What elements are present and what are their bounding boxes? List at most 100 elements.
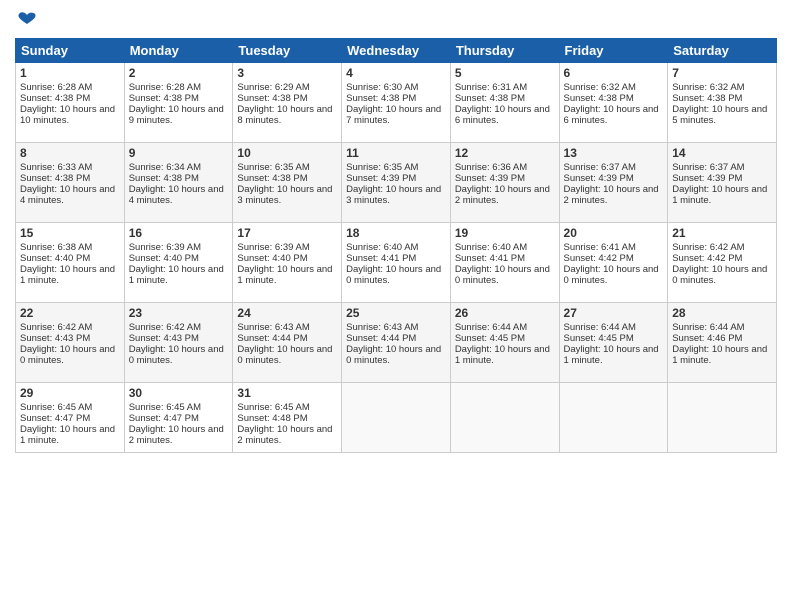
calendar-header-row: Sunday Monday Tuesday Wednesday Thursday… — [16, 39, 777, 63]
table-row: 28Sunrise: 6:44 AMSunset: 4:46 PMDayligh… — [668, 303, 777, 383]
table-row — [559, 383, 668, 453]
sunset-text: Sunset: 4:38 PM — [237, 93, 307, 104]
day-number: 17 — [237, 226, 337, 240]
sunrise-text: Sunrise: 6:39 AM — [237, 242, 309, 253]
table-row: 23 Sunrise: 6:42 AMSunset: 4:43 PMDayligh… — [124, 303, 233, 383]
table-row — [342, 383, 451, 453]
table-row: 14 Sunrise: 6:37 AMSunset: 4:39 PMDayligh… — [668, 143, 777, 223]
daylight-text: Daylight: 10 hours and 1 minute. — [672, 184, 767, 206]
sunrise-text: Sunrise: 6:42 AM — [20, 322, 92, 333]
table-row: 27Sunrise: 6:44 AMSunset: 4:45 PMDayligh… — [559, 303, 668, 383]
sunset-text: Sunset: 4:41 PM — [455, 253, 525, 264]
sunset-text: Sunset: 4:44 PM — [346, 333, 416, 344]
daylight-text: Daylight: 10 hours and 7 minutes. — [346, 104, 441, 126]
col-wednesday: Wednesday — [342, 39, 451, 63]
sunset-text: Sunset: 4:38 PM — [20, 93, 90, 104]
col-friday: Friday — [559, 39, 668, 63]
col-sunday: Sunday — [16, 39, 125, 63]
daylight-text: Daylight: 10 hours and 0 minutes. — [672, 264, 767, 286]
daylight-text: Daylight: 10 hours and 4 minutes. — [20, 184, 115, 206]
table-row: 11Sunrise: 6:35 AMSunset: 4:39 PMDayligh… — [342, 143, 451, 223]
day-number: 23 — [129, 306, 229, 320]
sunset-text: Sunset: 4:44 PM — [237, 333, 307, 344]
daylight-text: Daylight: 10 hours and 0 minutes. — [346, 264, 441, 286]
sunset-text: Sunset: 4:39 PM — [564, 173, 634, 184]
day-number: 7 — [672, 66, 772, 80]
day-number: 15 — [20, 226, 120, 240]
sunrise-text: Sunrise: 6:32 AM — [564, 82, 636, 93]
sunset-text: Sunset: 4:41 PM — [346, 253, 416, 264]
table-row: 10Sunrise: 6:35 AMSunset: 4:38 PMDayligh… — [233, 143, 342, 223]
day-number: 19 — [455, 226, 555, 240]
sunrise-text: Sunrise: 6:42 AM — [129, 322, 201, 333]
sunrise-text: Sunrise: 6:45 AM — [129, 402, 201, 413]
table-row: 9Sunrise: 6:34 AMSunset: 4:38 PMDaylight… — [124, 143, 233, 223]
day-number: 8 — [20, 146, 120, 160]
daylight-text: Daylight: 10 hours and 4 minutes. — [129, 184, 224, 206]
sunrise-text: Sunrise: 6:40 AM — [346, 242, 418, 253]
daylight-text: Daylight: 10 hours and 1 minute. — [129, 264, 224, 286]
sunset-text: Sunset: 4:39 PM — [346, 173, 416, 184]
daylight-text: Daylight: 10 hours and 0 minutes. — [20, 344, 115, 366]
sunrise-text: Sunrise: 6:43 AM — [237, 322, 309, 333]
day-number: 31 — [237, 386, 337, 400]
sunset-text: Sunset: 4:45 PM — [455, 333, 525, 344]
sunrise-text: Sunrise: 6:42 AM — [672, 242, 744, 253]
col-tuesday: Tuesday — [233, 39, 342, 63]
day-number: 24 — [237, 306, 337, 320]
table-row: 24Sunrise: 6:43 AMSunset: 4:44 PMDayligh… — [233, 303, 342, 383]
sunset-text: Sunset: 4:47 PM — [129, 413, 199, 424]
sunrise-text: Sunrise: 6:45 AM — [20, 402, 92, 413]
table-row: 15Sunrise: 6:38 AMSunset: 4:40 PMDayligh… — [16, 223, 125, 303]
sunrise-text: Sunrise: 6:39 AM — [129, 242, 201, 253]
daylight-text: Daylight: 10 hours and 3 minutes. — [346, 184, 441, 206]
sunrise-text: Sunrise: 6:28 AM — [20, 82, 92, 93]
sunset-text: Sunset: 4:40 PM — [129, 253, 199, 264]
sunrise-text: Sunrise: 6:40 AM — [455, 242, 527, 253]
sunset-text: Sunset: 4:45 PM — [564, 333, 634, 344]
day-number: 26 — [455, 306, 555, 320]
table-row: 1Sunrise: 6:28 AMSunset: 4:38 PMDaylight… — [16, 63, 125, 143]
day-number: 18 — [346, 226, 446, 240]
sunrise-text: Sunrise: 6:45 AM — [237, 402, 309, 413]
daylight-text: Daylight: 10 hours and 6 minutes. — [455, 104, 550, 126]
day-number: 30 — [129, 386, 229, 400]
day-number: 27 — [564, 306, 664, 320]
sunset-text: Sunset: 4:38 PM — [455, 93, 525, 104]
daylight-text: Daylight: 10 hours and 0 minutes. — [129, 344, 224, 366]
day-number: 14 — [672, 146, 772, 160]
table-row: 6Sunrise: 6:32 AMSunset: 4:38 PMDaylight… — [559, 63, 668, 143]
sunset-text: Sunset: 4:43 PM — [20, 333, 90, 344]
daylight-text: Daylight: 10 hours and 1 minute. — [20, 264, 115, 286]
col-monday: Monday — [124, 39, 233, 63]
sunrise-text: Sunrise: 6:43 AM — [346, 322, 418, 333]
sunrise-text: Sunrise: 6:30 AM — [346, 82, 418, 93]
sunrise-text: Sunrise: 6:44 AM — [455, 322, 527, 333]
day-number: 5 — [455, 66, 555, 80]
day-number: 10 — [237, 146, 337, 160]
col-thursday: Thursday — [450, 39, 559, 63]
day-number: 29 — [20, 386, 120, 400]
sunset-text: Sunset: 4:47 PM — [20, 413, 90, 424]
sunset-text: Sunset: 4:43 PM — [129, 333, 199, 344]
sunset-text: Sunset: 4:38 PM — [672, 93, 742, 104]
daylight-text: Daylight: 10 hours and 2 minutes. — [564, 184, 659, 206]
sunrise-text: Sunrise: 6:35 AM — [237, 162, 309, 173]
table-row: 30Sunrise: 6:45 AMSunset: 4:47 PMDayligh… — [124, 383, 233, 453]
sunset-text: Sunset: 4:40 PM — [20, 253, 90, 264]
sunrise-text: Sunrise: 6:29 AM — [237, 82, 309, 93]
table-row: 8Sunrise: 6:33 AMSunset: 4:38 PMDaylight… — [16, 143, 125, 223]
sunrise-text: Sunrise: 6:44 AM — [672, 322, 744, 333]
daylight-text: Daylight: 10 hours and 3 minutes. — [237, 184, 332, 206]
day-number: 12 — [455, 146, 555, 160]
day-number: 6 — [564, 66, 664, 80]
daylight-text: Daylight: 10 hours and 1 minute. — [672, 344, 767, 366]
sunset-text: Sunset: 4:39 PM — [672, 173, 742, 184]
day-number: 21 — [672, 226, 772, 240]
logo-bird-icon — [17, 10, 37, 30]
table-row: 26 Sunrise: 6:44 AMSunset: 4:45 PMDayligh… — [450, 303, 559, 383]
sunrise-text: Sunrise: 6:37 AM — [672, 162, 744, 173]
table-row: 25Sunrise: 6:43 AMSunset: 4:44 PMDayligh… — [342, 303, 451, 383]
sunrise-text: Sunrise: 6:28 AM — [129, 82, 201, 93]
daylight-text: Daylight: 10 hours and 1 minute. — [455, 344, 550, 366]
